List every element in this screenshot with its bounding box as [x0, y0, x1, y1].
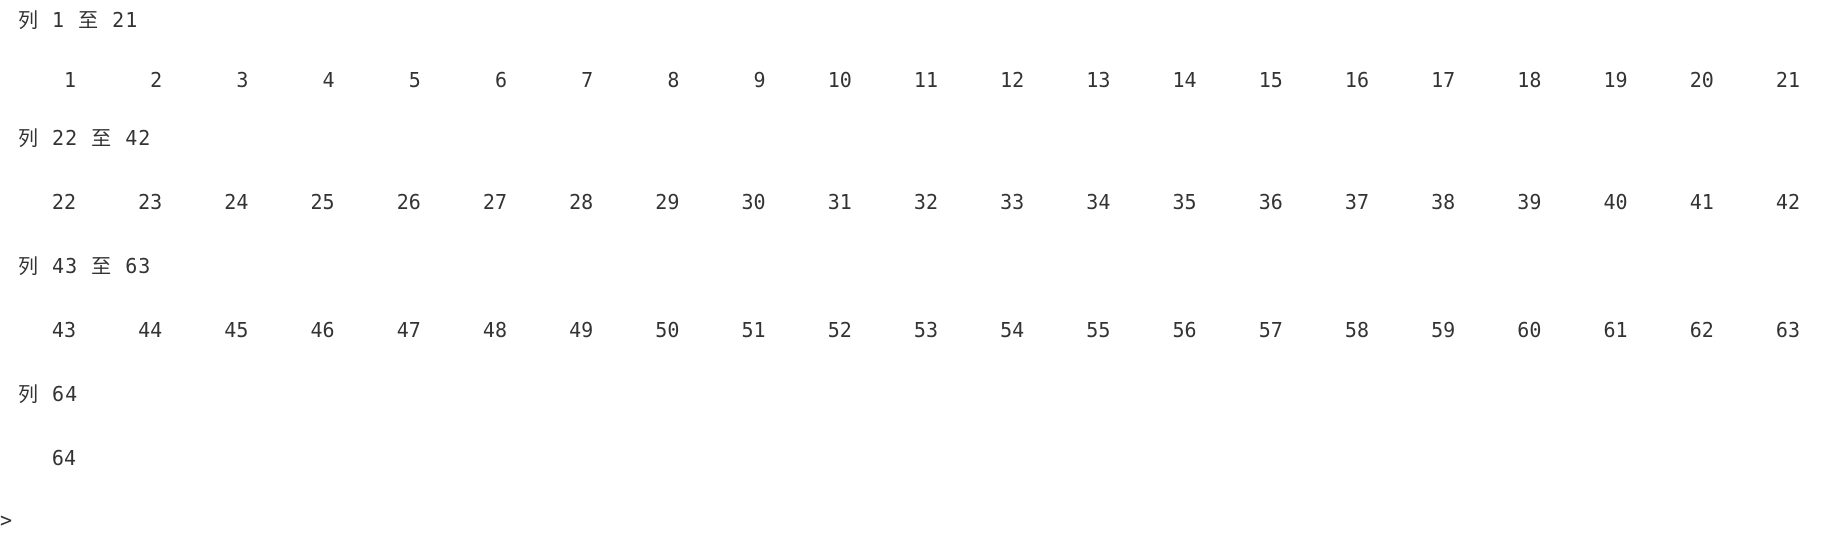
- column-value: 45: [224, 318, 249, 342]
- column-range-header: 列 1 至 21: [18, 8, 139, 32]
- column-value: 49: [569, 318, 594, 342]
- column-value: 11: [913, 68, 938, 92]
- column-value: 26: [396, 190, 421, 214]
- column-value: 30: [741, 190, 766, 214]
- column-value: 1: [63, 68, 76, 92]
- column-value: 53: [913, 318, 938, 342]
- column-value: 8: [667, 68, 680, 92]
- column-value: 44: [138, 318, 163, 342]
- column-value: 24: [224, 190, 249, 214]
- column-value: 50: [655, 318, 680, 342]
- column-value: 17: [1431, 68, 1456, 92]
- column-value: 23: [138, 190, 163, 214]
- column-value: 19: [1603, 68, 1628, 92]
- column-value: 63: [1775, 318, 1800, 342]
- column-value: 2: [150, 68, 163, 92]
- column-value: 61: [1603, 318, 1628, 342]
- column-value: 40: [1603, 190, 1628, 214]
- column-value: 31: [827, 190, 852, 214]
- column-value: 28: [569, 190, 594, 214]
- column-value: 64: [51, 446, 76, 470]
- column-value: 6: [494, 68, 507, 92]
- column-value: 21: [1775, 68, 1800, 92]
- column-value: 46: [310, 318, 335, 342]
- column-value: 59: [1431, 318, 1456, 342]
- column-value: 25: [310, 190, 335, 214]
- column-value: 56: [1172, 318, 1197, 342]
- column-value: 54: [1000, 318, 1025, 342]
- column-value: 41: [1689, 190, 1714, 214]
- column-value: 14: [1172, 68, 1197, 92]
- command-prompt[interactable]: >: [0, 508, 12, 532]
- column-value: 58: [1344, 318, 1369, 342]
- column-value: 55: [1086, 318, 1111, 342]
- column-value: 57: [1258, 318, 1283, 342]
- column-range-header: 列 43 至 63: [18, 254, 152, 278]
- column-value: 37: [1344, 190, 1369, 214]
- column-value: 13: [1086, 68, 1111, 92]
- column-value: 22: [51, 190, 76, 214]
- values-row: 22 23 24 25 26 27 28 29 30 31 32 33 34 35 36 37 38 39 40 41…: [0, 190, 1821, 214]
- column-value: 10: [827, 68, 852, 92]
- column-value: 38: [1431, 190, 1456, 214]
- column-value: 5: [408, 68, 421, 92]
- column-value: 42: [1775, 190, 1800, 214]
- column-value: 33: [1000, 190, 1025, 214]
- column-value: 29: [655, 190, 680, 214]
- column-range-header: 列 64: [18, 382, 79, 406]
- column-value: 60: [1517, 318, 1542, 342]
- column-value: 34: [1086, 190, 1111, 214]
- column-value: 47: [396, 318, 421, 342]
- column-value: 12: [1000, 68, 1025, 92]
- column-value: 27: [482, 190, 507, 214]
- column-value: 15: [1258, 68, 1283, 92]
- column-value: 36: [1258, 190, 1283, 214]
- column-value: 39: [1517, 190, 1542, 214]
- column-value: 35: [1172, 190, 1197, 214]
- values-row: 43 44 45 46 47 48 49 50 51 52 53 54 55 56 57 58 59 60 61 62…: [0, 318, 1821, 342]
- column-value: 62: [1689, 318, 1714, 342]
- column-value: 18: [1517, 68, 1542, 92]
- column-range-header: 列 22 至 42: [18, 126, 152, 150]
- column-value: 48: [482, 318, 507, 342]
- column-value: 4: [322, 68, 335, 92]
- console-output: 列 1 至 21 1 2 3 4 5 6 7 8 9 10 11 12 13 14 15 16 17 18 19 20…: [0, 0, 1821, 553]
- column-value: 16: [1344, 68, 1369, 92]
- column-value: 51: [741, 318, 766, 342]
- column-value: 3: [236, 68, 249, 92]
- column-value: 20: [1689, 68, 1714, 92]
- column-value: 32: [913, 190, 938, 214]
- column-value: 52: [827, 318, 852, 342]
- column-value: 43: [51, 318, 76, 342]
- values-row: 1 2 3 4 5 6 7 8 9 10 11 12 13 14 15 16 17 18 19 20 21: [0, 68, 1821, 92]
- column-value: 9: [753, 68, 766, 92]
- column-value: 7: [581, 68, 594, 92]
- values-row: 64: [0, 446, 1821, 470]
